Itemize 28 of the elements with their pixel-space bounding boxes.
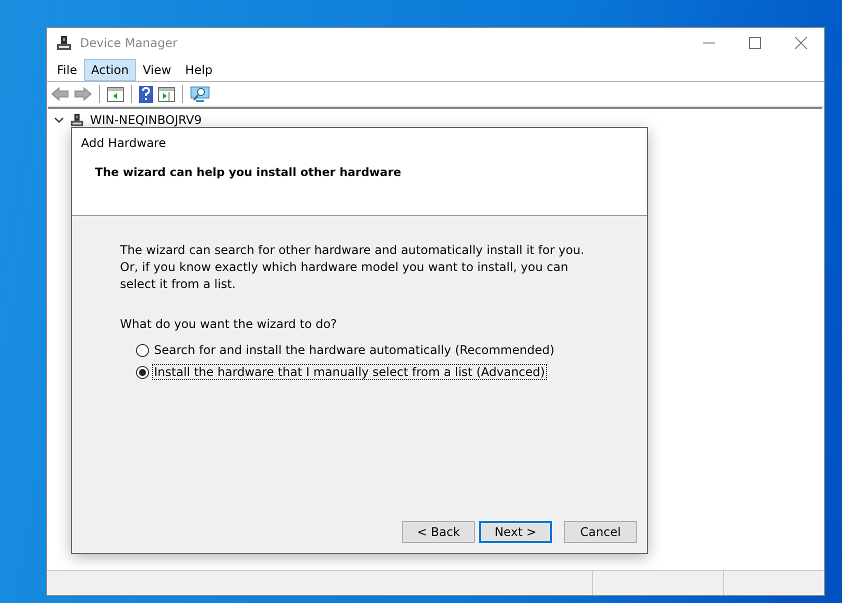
console-tree-icon[interactable] [107, 86, 124, 102]
menu-item[interactable]: File [50, 58, 84, 80]
forward-arrow-icon[interactable] [74, 86, 92, 102]
back-arrow-icon[interactable] [51, 86, 69, 102]
dialog-title: Add Hardware [81, 136, 167, 150]
menu-item[interactable]: View [136, 58, 178, 80]
radio-button[interactable] [136, 366, 149, 378]
option-label[interactable]: Install the hardware that I manually select from a list (Advanced) [152, 364, 547, 380]
option-label[interactable]: Search for and install the hardware automatically (Recommended) [152, 342, 556, 358]
wizard-button[interactable]: Next > [479, 521, 552, 543]
close-icon[interactable] [795, 37, 807, 49]
menu-item[interactable]: Help [178, 58, 220, 80]
computer-icon [70, 113, 84, 127]
maximize-icon[interactable] [749, 37, 761, 49]
chevron-down-icon[interactable] [54, 116, 64, 124]
wizard-heading: The wizard can help you install other hardware [95, 165, 402, 179]
computer-icon [56, 35, 72, 51]
menu-item[interactable]: Action [84, 58, 136, 80]
help-icon[interactable] [139, 86, 153, 102]
wizard-button[interactable]: < Back [402, 521, 475, 543]
window-title: Device Manager [80, 36, 178, 50]
radio-button[interactable] [136, 344, 149, 356]
action-pane-icon[interactable] [158, 86, 175, 102]
tree-item[interactable]: WIN-NEQINBOJRV9 [90, 113, 202, 127]
wizard-button[interactable]: Cancel [564, 521, 637, 543]
scan-monitor-icon[interactable] [190, 86, 210, 102]
wizard-description: The wizard can search for other hardware and automatically install it for you. Or, if you know exactly which hardware model you want to install, you can select it from a list. [120, 242, 586, 293]
wizard-question: What do you want the wizard to do? [120, 317, 338, 331]
